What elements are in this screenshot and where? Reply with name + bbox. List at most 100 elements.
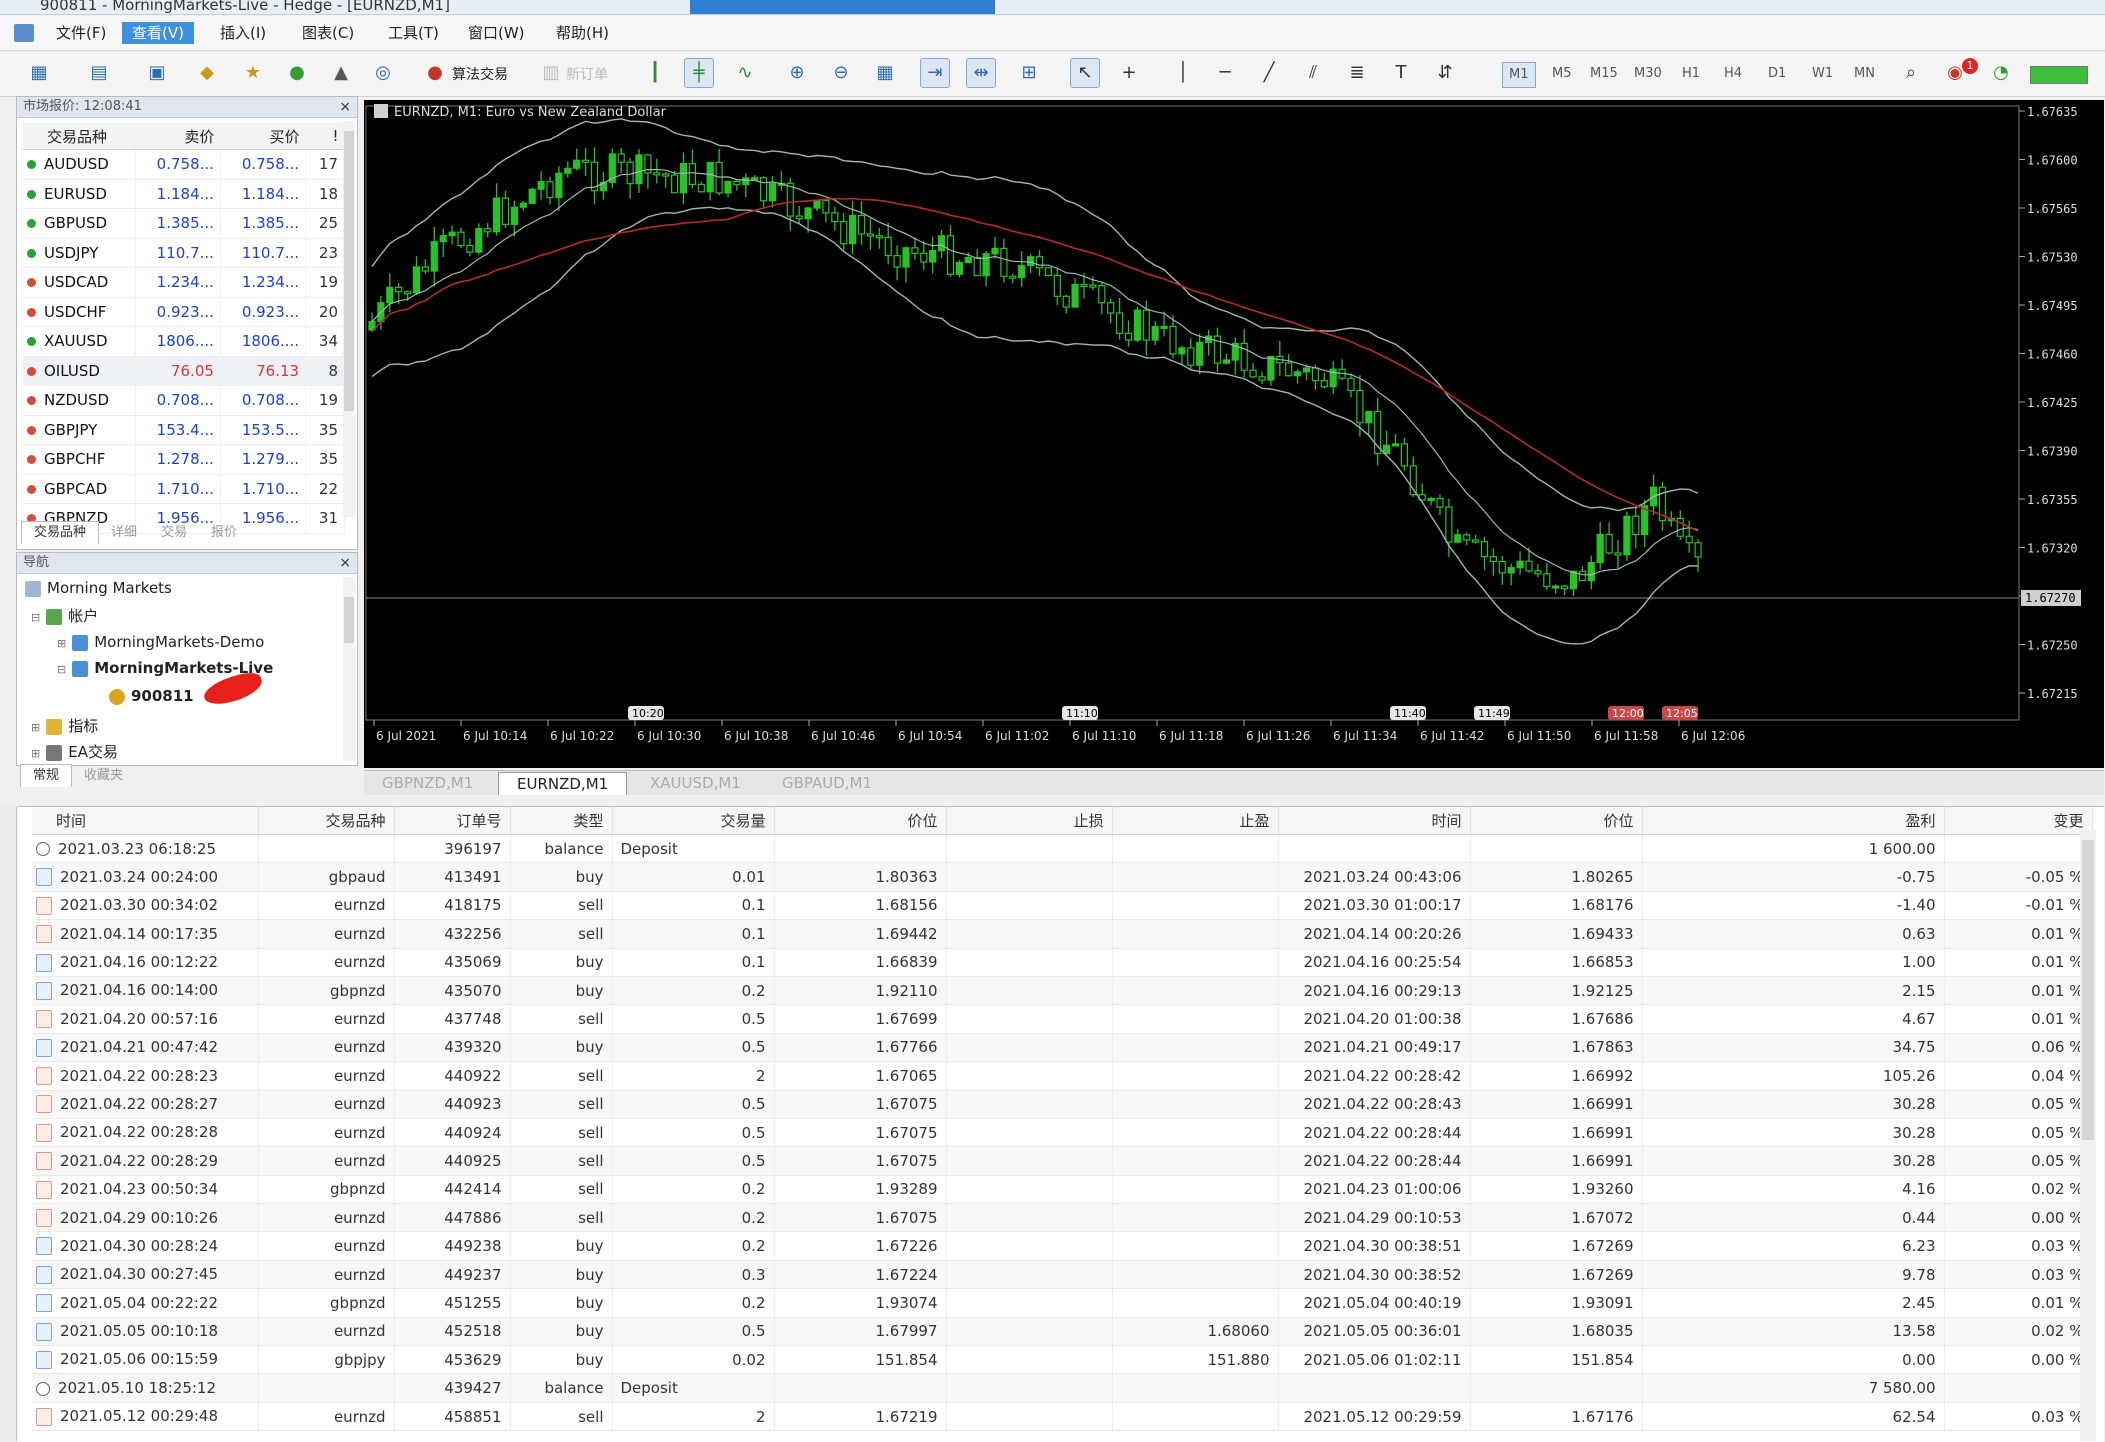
auto-scroll-icon[interactable]: ⇥ [920,58,950,88]
history-column-header[interactable]: 交易量 [612,807,775,835]
market-watch-row[interactable]: NZDUSD 0.708... 0.708... 19 [23,385,345,416]
navigator-scrollbar[interactable] [343,577,355,761]
new-chart-icon[interactable]: ▦ [24,58,54,88]
column-symbol[interactable]: 交易品种 [23,123,136,150]
market-watch-row[interactable]: GBPCAD 1.710... 1.710... 22 [23,474,345,504]
candlestick-icon[interactable]: ╪ [684,58,714,88]
history-column-header[interactable]: 时间 [1278,807,1471,835]
nav-account-id[interactable]: 900811 [109,687,194,705]
nav-experts[interactable]: ⊞ EA交易 [31,741,118,762]
nav-account-demo[interactable]: ⊞ MorningMarkets-Demo [57,633,264,651]
data-window-icon[interactable]: ◆ [192,58,222,88]
menu-window[interactable]: 窗口(W) [458,22,535,44]
terminal-icon[interactable]: ● [282,58,312,88]
zoom-out-icon[interactable]: ⊖ [826,58,856,88]
history-row[interactable]: 2021.04.30 00:28:24 eurnzd 449238 buy 0.2 1.6… [32,1231,2093,1261]
history-row[interactable]: 2021.05.10 18:25:12 439427 balance Deposit 7… [32,1373,2093,1403]
history-row[interactable]: 2021.04.21 00:47:42 eurnzd 439320 buy 0.5 1.6… [32,1033,2093,1063]
history-row[interactable]: 2021.04.22 00:28:27 eurnzd 440923 sell 0.5 1.… [32,1090,2093,1119]
history-row[interactable]: 2021.04.30 00:27:45 eurnzd 449237 buy 0.3 1.6… [32,1260,2093,1290]
scrollbar-thumb[interactable] [344,597,354,643]
chart-shift-icon[interactable]: ⇹ [966,58,996,88]
history-row[interactable]: 2021.04.14 00:17:35 eurnzd 432256 sell 0.1 1.… [32,919,2093,949]
signal-icon[interactable]: ◔ [1986,58,2016,88]
history-column-header[interactable]: 价位 [1470,807,1643,835]
history-row[interactable]: 2021.04.22 00:28:28 eurnzd 440924 sell 0.5 1.… [32,1118,2093,1148]
market-watch-row[interactable]: AUDUSD 0.758... 0.758... 17 [23,149,345,180]
market-watch-row[interactable]: EURUSD 1.184... 1.184... 18 [23,179,345,209]
horizontal-line-icon[interactable]: ─ [1210,58,1240,88]
chart-tab-xauusd[interactable]: XAUUSD,M1 [632,772,759,794]
line-chart-icon[interactable]: ∿ [730,58,760,88]
shapes-icon[interactable]: ⇵ [1430,58,1460,88]
crosshair-icon[interactable]: + [1114,58,1144,88]
metaeditor-icon[interactable]: ◎ [368,58,398,88]
timeframe-m15[interactable]: M15 [1584,62,1624,86]
menu-insert[interactable]: 插入(I) [210,22,276,44]
nav-root[interactable]: Morning Markets [25,579,172,597]
tab-details[interactable]: 详细 [99,522,149,544]
algo-trading-button[interactable]: 算法交易 [452,64,508,84]
history-column-header[interactable]: 变更 [1944,807,2093,835]
market-watch-row[interactable]: USDCAD 1.234... 1.234... 19 [23,267,345,298]
column-bid[interactable]: 卖价 [135,123,221,150]
nav-accounts[interactable]: ⊟ 帐户 [31,605,98,626]
timeframe-h1[interactable]: H1 [1676,62,1706,86]
close-icon[interactable]: × [339,553,351,573]
timeframe-m1[interactable]: M1 [1502,62,1536,88]
tab-trading[interactable]: 交易 [149,522,199,544]
column-ask[interactable]: 买价 [220,123,306,150]
chart-tab-gbpnzd[interactable]: GBPNZD,M1 [364,772,491,794]
market-watch-icon[interactable]: ▣ [142,58,172,88]
timeframe-w1[interactable]: W1 [1806,62,1839,86]
cursor-icon[interactable]: ↖ [1070,58,1100,88]
scrollbar-thumb[interactable] [344,131,354,411]
history-column-header[interactable]: 盈利 [1642,807,1945,835]
history-column-header[interactable]: 价位 [774,807,947,835]
market-watch-row[interactable]: GBPJPY 153.4... 153.5... 35 [23,415,345,445]
timeframe-m5[interactable]: M5 [1546,62,1578,86]
vertical-line-icon[interactable]: │ [1168,58,1198,88]
market-watch-row[interactable]: USDJPY 110.7... 110.7... 23 [23,238,345,268]
navigator-icon[interactable]: ★ [238,58,268,88]
terminal-scrollbar[interactable] [2080,830,2096,1441]
history-row[interactable]: 2021.04.16 00:14:00 gbpnzd 435070 buy 0.2 1.9… [32,976,2093,1006]
nav-indicators[interactable]: ⊞ 指标 [31,715,98,736]
new-order-icon[interactable]: ▥ [536,58,566,88]
bar-chart-icon[interactable]: ┃ [640,58,670,88]
history-row[interactable]: 2021.05.04 00:22:22 gbpnzd 451255 buy 0.2 1.9… [32,1288,2093,1318]
menu-help[interactable]: 帮助(H) [546,22,619,44]
menu-tools[interactable]: 工具(T) [378,22,449,44]
tab-ticks[interactable]: 报价 [199,522,249,544]
price-chart[interactable]: 1.67635 1.67600 1.67565 1.67530 1.67495 1.674… [364,100,2104,768]
chart-tab-gbpaud[interactable]: GBPAUD,M1 [764,772,890,794]
history-column-header[interactable]: 止盈 [1112,807,1279,835]
close-icon[interactable]: × [339,97,351,117]
scrollbar-thumb[interactable] [2082,840,2094,1140]
timeframe-m30[interactable]: M30 [1628,62,1668,86]
tab-favorites[interactable]: 收藏夹 [72,765,135,787]
new-order-button[interactable]: 新订单 [566,64,608,84]
strategy-tester-icon[interactable]: ▲ [326,58,356,88]
history-row[interactable]: 2021.04.20 00:57:16 eurnzd 437748 sell 0.5 1.… [32,1004,2093,1034]
history-row[interactable]: 2021.05.12 00:29:48 eurnzd 458851 sell 2 1.67… [32,1402,2093,1432]
history-column-header[interactable]: 止损 [946,807,1113,835]
text-tool-icon[interactable]: T [1386,58,1416,88]
tile-windows-icon[interactable]: ▦ [870,58,900,88]
history-row[interactable]: 2021.04.23 00:50:34 gbpnzd 442414 sell 0.2 1.… [32,1175,2093,1205]
timeframe-h4[interactable]: H4 [1718,62,1748,86]
zoom-in-icon[interactable]: ⊕ [782,58,812,88]
history-row[interactable]: 2021.04.16 00:12:22 eurnzd 435069 buy 0.1 1.6… [32,948,2093,977]
chart-canvas[interactable]: 1.67635 1.67600 1.67565 1.67530 1.67495 1.674… [364,100,2104,768]
market-watch-row[interactable]: GBPUSD 1.385... 1.385... 25 [23,208,345,239]
history-row[interactable]: 2021.03.24 00:24:00 gbpaud 413491 buy 0.01 1.… [32,862,2093,892]
channel-icon[interactable]: ⫽ [1298,58,1328,88]
market-watch-row[interactable]: OILUSD 76.05 76.13 8 [23,356,345,386]
history-column-header[interactable]: 交易品种 [258,807,395,835]
search-icon[interactable]: ⌕ [1896,58,1926,88]
history-row[interactable]: 2021.03.23 06:18:25 396197 balance Deposit 1… [32,834,2093,864]
fibonacci-icon[interactable]: ≣ [1342,58,1372,88]
menu-charts[interactable]: 图表(C) [292,22,364,44]
timeframe-mn[interactable]: MN [1848,62,1881,86]
market-watch-scrollbar[interactable] [343,121,355,517]
